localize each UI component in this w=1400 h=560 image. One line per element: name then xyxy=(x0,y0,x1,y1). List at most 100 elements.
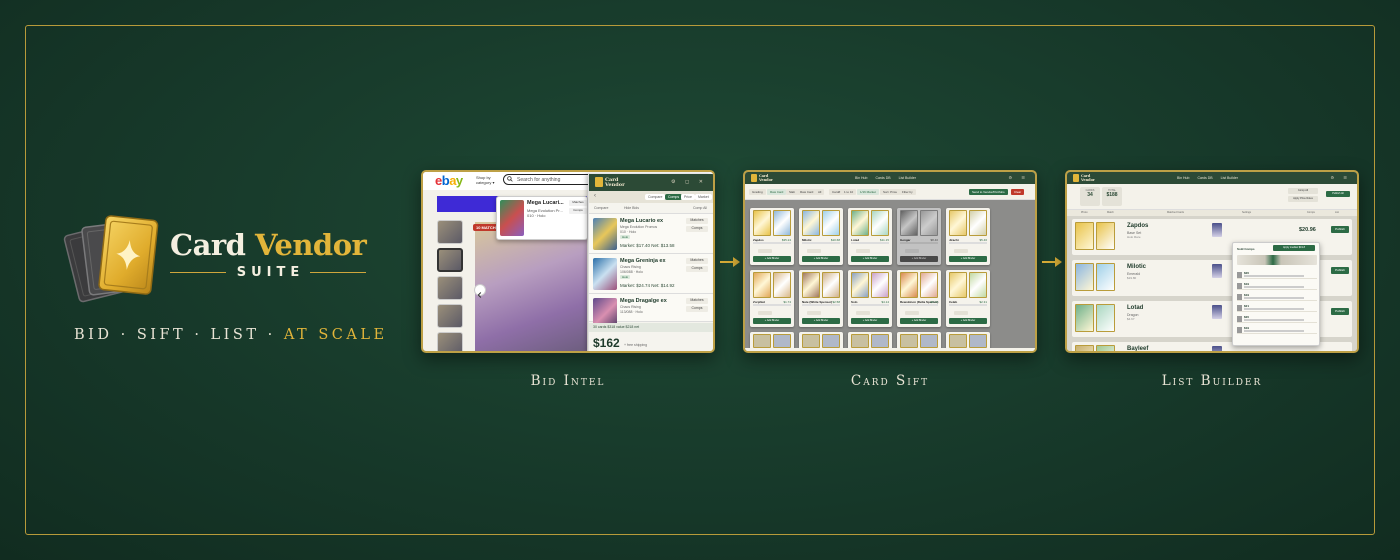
comps-button[interactable]: Comps xyxy=(686,306,708,312)
card-tile[interactable]: Rewokinon (Delta Species) $3.15 + Add Bind… xyxy=(897,270,941,327)
add-to-binder-button[interactable]: + Add Binder xyxy=(949,318,987,324)
filter-chip[interactable]: All xyxy=(815,189,825,195)
nav-item[interactable]: Bin Hub xyxy=(855,176,867,180)
details-button[interactable] xyxy=(856,311,870,315)
hide-bids-toggle[interactable]: Hide Bids xyxy=(624,206,639,210)
apply-median-button[interactable]: Apply median $19.8 xyxy=(1273,245,1315,251)
add-to-binder-button[interactable]: + Add Binder xyxy=(851,318,889,324)
match-thumbnail[interactable] xyxy=(1212,346,1222,351)
ebay-logo[interactable]: ebay xyxy=(435,173,463,188)
filter-chip[interactable]: Raw Card xyxy=(797,189,817,195)
search-input[interactable]: Search for anything xyxy=(503,174,595,185)
matches-button[interactable]: Matches xyxy=(686,218,708,224)
step-tab[interactable]: Comps xyxy=(1307,211,1315,214)
step-tab[interactable]: Match xyxy=(1107,211,1114,214)
step-tab[interactable]: Matched Cards xyxy=(1167,211,1184,214)
nav-tab[interactable]: Compare xyxy=(645,194,666,200)
filter-chip-active[interactable]: Raw Card xyxy=(767,189,787,195)
match-thumbnail[interactable] xyxy=(1212,264,1222,278)
publish-button[interactable]: Publish xyxy=(1331,308,1349,315)
details-button[interactable] xyxy=(905,311,919,315)
comp-all-button[interactable]: Comp All xyxy=(693,206,707,210)
compare-toggle[interactable]: Compare xyxy=(594,206,608,210)
add-to-binder-button[interactable]: + Add Binder xyxy=(900,256,938,262)
card-tile[interactable]: Zapdos $35.24 + Add Binder xyxy=(750,208,794,265)
card-tile[interactable]: Solo $4.14 + Add Binder xyxy=(848,270,892,327)
clear-button[interactable]: Clear xyxy=(1011,189,1025,195)
card-tile[interactable]: Jirachi $5.46 + Add Binder xyxy=(946,208,990,265)
add-to-binder-button[interactable]: + Add Binder xyxy=(753,318,791,324)
details-button[interactable] xyxy=(758,249,772,253)
comp-item[interactable]: $19 xyxy=(1237,282,1317,290)
comp-item[interactable]: $19 xyxy=(1237,293,1317,301)
result-row[interactable]: Mega Greninja ex Chaos Rising 106/088 · … xyxy=(589,254,713,294)
add-to-binder-button[interactable]: + Add Binder xyxy=(802,318,840,324)
comp-item[interactable]: $21 xyxy=(1237,304,1317,312)
send-button[interactable]: Send to Vendor/Portfolio xyxy=(969,189,1008,195)
comp-item[interactable]: $20 xyxy=(1237,315,1317,323)
thumbnail[interactable] xyxy=(437,220,463,244)
details-button[interactable] xyxy=(856,249,870,253)
add-to-binder-button[interactable]: + Add Binder xyxy=(949,256,987,262)
card-tile[interactable]: Lotad $11.15 + Add Binder xyxy=(848,208,892,265)
add-to-binder-button[interactable]: + Add Binder xyxy=(802,256,840,262)
publish-all-button[interactable]: Publish All xyxy=(1326,191,1350,197)
shop-by-category[interactable]: Shop by category ▾ xyxy=(476,175,494,185)
comps-button[interactable]: Comps xyxy=(569,208,587,214)
comps-button[interactable]: Comps xyxy=(686,266,708,272)
step-tab[interactable]: Settings xyxy=(1242,211,1251,214)
card-tile[interactable]: Milotic $10.68 + Add Binder xyxy=(799,208,843,265)
add-to-binder-button[interactable]: + Add Binder xyxy=(851,256,889,262)
publish-button[interactable]: Publish xyxy=(1331,267,1349,274)
add-to-binder-button[interactable]: + Add Binder xyxy=(900,318,938,324)
thumbnail[interactable] xyxy=(437,276,463,300)
listing-main-image[interactable] xyxy=(475,222,587,351)
filter-chip-active[interactable]: 1/16 Market xyxy=(857,189,879,195)
details-button[interactable] xyxy=(954,249,968,253)
comp-item[interactable]: $20 xyxy=(1237,271,1317,279)
card-tile[interactable]: Celeb $2.31 + Add Binder xyxy=(946,270,990,327)
nav-item[interactable]: List Builder xyxy=(899,176,916,180)
add-to-binder-button[interactable]: + Add Binder xyxy=(753,256,791,262)
step-tab[interactable]: List xyxy=(1335,211,1339,214)
details-button[interactable] xyxy=(807,249,821,253)
nav-tab[interactable]: Market xyxy=(695,194,712,200)
details-button[interactable] xyxy=(758,311,772,315)
nav-tab-active[interactable]: Comps xyxy=(665,194,683,200)
matches-button[interactable]: Matches xyxy=(569,200,587,206)
match-thumbnail[interactable] xyxy=(1212,305,1222,319)
comp-item[interactable]: $19 xyxy=(1237,326,1317,334)
details-button[interactable] xyxy=(807,311,821,315)
thumbnail[interactable] xyxy=(437,304,463,328)
result-row[interactable]: Mega Dragalge ex Chaos Rising 113/088 · … xyxy=(589,294,713,330)
matches-button[interactable]: Matches xyxy=(686,258,708,264)
filter-chip[interactable]: 1 to 10 xyxy=(841,189,857,195)
thumbnail-selected[interactable] xyxy=(437,248,463,272)
thumbnail[interactable] xyxy=(437,332,463,351)
card-tile[interactable]: Zorphlet $1.74 + Add Binder xyxy=(750,270,794,327)
nav-item[interactable]: Bin Hub xyxy=(1177,176,1189,180)
back-arrow-icon[interactable]: ‹ xyxy=(594,193,596,199)
comp-all-button[interactable]: Comp All xyxy=(1288,188,1318,194)
filter-chip[interactable]: Grading xyxy=(749,189,766,195)
comps-button[interactable]: Comps xyxy=(686,226,708,232)
nav-tab[interactable]: Price xyxy=(681,194,695,200)
match-thumbnail[interactable] xyxy=(1212,223,1222,237)
card-tile[interactable]: Nate (White Spenser) $2.58 + Add Binder xyxy=(799,270,843,327)
nav-item[interactable]: Cards DB xyxy=(875,176,890,180)
details-button[interactable] xyxy=(954,311,968,315)
matches-button[interactable]: Matches xyxy=(686,298,708,304)
carousel-prev-button[interactable] xyxy=(474,284,486,298)
nav-item[interactable]: List Builder xyxy=(1221,176,1238,180)
topbar-icons[interactable]: ⚙ ☰ xyxy=(1009,175,1029,180)
panel-header-icons[interactable]: ⚙ ◻ ✕ xyxy=(671,179,707,185)
filter-chip[interactable]: Sort: Price xyxy=(880,189,901,195)
step-tab[interactable]: Photo xyxy=(1081,211,1088,214)
publish-button[interactable]: Publish xyxy=(1331,226,1349,233)
apply-price-rules-button[interactable]: Apply Price Rules xyxy=(1288,196,1318,202)
result-row[interactable]: Mega Lucario ex Mega Evolution Promos 01… xyxy=(589,214,713,254)
topbar-icons[interactable]: ⚙ ☰ xyxy=(1331,175,1351,180)
card-tile[interactable]: Gengar $8.40 + Add Binder xyxy=(897,208,941,265)
details-button[interactable] xyxy=(905,249,919,253)
nav-item[interactable]: Cards DB xyxy=(1197,176,1212,180)
